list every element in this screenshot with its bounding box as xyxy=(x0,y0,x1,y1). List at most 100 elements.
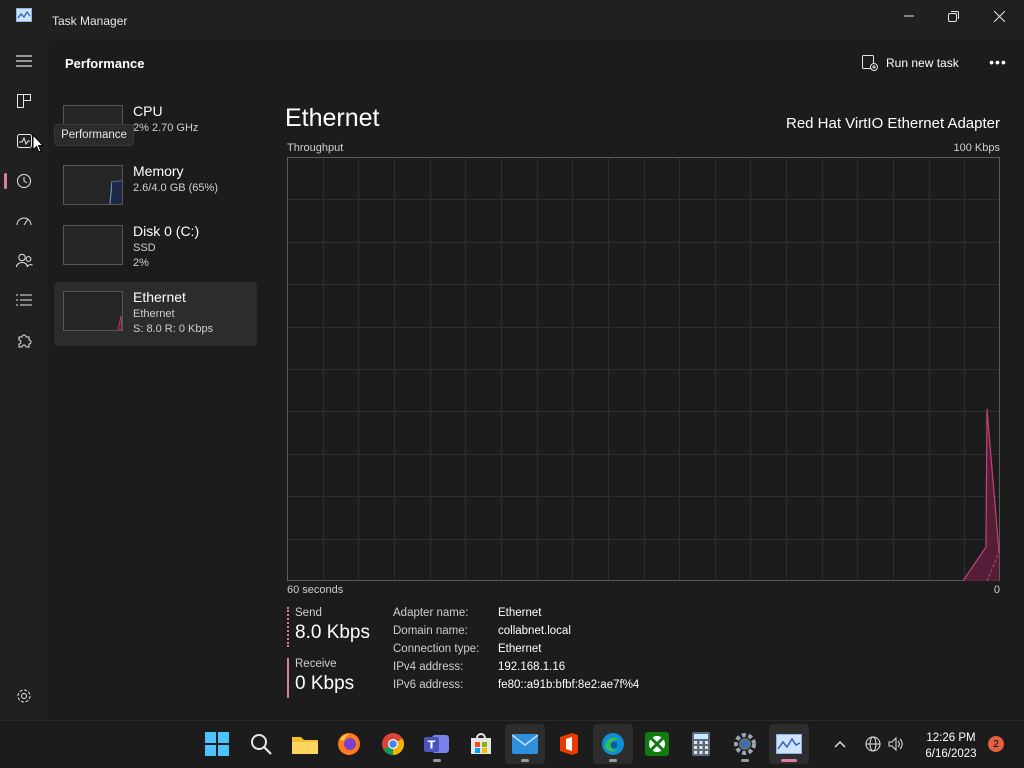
device-sub: 2% 2.70 GHz xyxy=(133,122,199,134)
speedometer-icon xyxy=(16,217,32,226)
taskbar-mail[interactable] xyxy=(505,724,545,764)
calculator-icon xyxy=(692,732,710,756)
ethernet-thumbnail xyxy=(63,291,123,331)
device-memory[interactable]: Memory 2.6/4.0 GB (65%) xyxy=(54,160,257,224)
prop-key: IPv6 address: xyxy=(393,679,464,691)
taskbar-edge[interactable] xyxy=(593,724,633,764)
device-sub: 2.6/4.0 GB (65%) xyxy=(133,182,218,194)
hamburger-menu-button[interactable] xyxy=(12,49,36,73)
firefox-icon xyxy=(338,733,360,755)
clock-date: 6/16/2023 xyxy=(925,748,977,760)
active-indicator xyxy=(4,173,7,189)
device-name: CPU xyxy=(133,103,163,119)
device-name: Ethernet xyxy=(133,289,186,305)
running-indicator xyxy=(433,759,441,762)
taskbar-teams[interactable]: T xyxy=(417,724,457,764)
running-indicator xyxy=(609,759,617,762)
taskbar-firefox[interactable] xyxy=(329,724,369,764)
xbox-icon xyxy=(645,732,669,756)
clock-time: 12:26 PM xyxy=(926,732,976,744)
device-sub: 2% xyxy=(133,257,149,269)
memory-thumbnail xyxy=(63,165,123,205)
history-icon xyxy=(17,174,31,188)
send-value: 8.0 Kbps xyxy=(295,622,370,643)
taskbar-store[interactable] xyxy=(461,724,501,764)
running-indicator xyxy=(741,759,749,762)
nav-startup-apps[interactable] xyxy=(12,208,36,232)
receive-stat: Receive 0 Kbps xyxy=(287,658,387,698)
more-options-button[interactable]: ••• xyxy=(986,52,1010,72)
network-button[interactable] xyxy=(862,724,884,764)
minimize-icon xyxy=(904,15,914,17)
clock[interactable]: 12:26 PM 6/16/2023 xyxy=(920,730,982,762)
taskbar-xbox[interactable] xyxy=(637,724,677,764)
run-new-task-label: Run new task xyxy=(886,56,959,70)
nav-settings[interactable] xyxy=(12,684,36,708)
nav-processes[interactable] xyxy=(12,89,36,113)
restore-button[interactable] xyxy=(930,0,976,32)
task-manager-app-icon xyxy=(16,8,32,22)
throughput-graph xyxy=(287,157,1000,581)
folder-icon xyxy=(292,737,318,754)
chevron-up-icon xyxy=(834,741,846,748)
close-button[interactable] xyxy=(976,0,1022,32)
graph-scale-min: 0 xyxy=(993,584,1000,596)
speaker-icon xyxy=(888,737,903,751)
svg-text:T: T xyxy=(428,739,436,752)
window-title: Task Manager xyxy=(52,14,128,28)
adapter-name: Red Hat VirtIO Ethernet Adapter xyxy=(785,115,1000,132)
taskbar-file-explorer[interactable] xyxy=(285,724,325,764)
new-task-icon xyxy=(862,55,878,71)
volume-button[interactable] xyxy=(885,724,907,764)
nav-users[interactable] xyxy=(12,248,36,272)
device-ethernet[interactable]: Ethernet Ethernet S: 8.0 R: 0 Kbps xyxy=(54,282,257,346)
prop-value: Ethernet xyxy=(498,607,542,619)
send-legend-bar xyxy=(287,607,289,647)
search-icon xyxy=(251,734,272,755)
teams-icon: T xyxy=(424,735,449,753)
device-disk[interactable]: Disk 0 (C:) SSD 2% xyxy=(54,220,257,284)
settings-gear-icon xyxy=(734,733,756,755)
device-name: Disk 0 (C:) xyxy=(133,223,200,239)
notification-badge[interactable]: 2 xyxy=(988,736,1004,752)
windows-start-icon xyxy=(205,732,229,756)
prop-key: IPv4 address: xyxy=(393,661,464,673)
restore-icon xyxy=(947,10,959,22)
mouse-cursor-icon xyxy=(32,134,44,153)
send-stat: Send 8.0 Kbps xyxy=(287,607,387,647)
active-indicator xyxy=(781,759,797,762)
run-new-task-button[interactable]: Run new task xyxy=(862,54,959,72)
processes-icon xyxy=(17,94,31,108)
receive-label: Receive xyxy=(295,658,337,670)
prop-value: collabnet.local xyxy=(498,625,571,637)
taskbar-settings[interactable] xyxy=(725,724,765,764)
graph-label: Throughput xyxy=(287,142,344,154)
prop-value: 192.168.1.16 xyxy=(498,661,566,673)
start-button[interactable] xyxy=(197,724,237,764)
taskbar: T xyxy=(0,720,1024,768)
users-icon xyxy=(15,253,33,267)
detail-title: Ethernet xyxy=(285,104,380,132)
title-bar: Task Manager xyxy=(0,0,1024,40)
taskbar-chrome[interactable] xyxy=(373,724,413,764)
store-icon xyxy=(471,733,491,754)
task-manager-icon xyxy=(776,734,802,754)
edge-icon xyxy=(602,733,624,755)
taskbar-calculator[interactable] xyxy=(681,724,721,764)
nav-app-history[interactable] xyxy=(12,169,36,193)
show-hidden-icons-button[interactable] xyxy=(828,724,852,764)
nav-services[interactable] xyxy=(12,329,36,353)
prop-value: Ethernet xyxy=(498,643,542,655)
minimize-button[interactable] xyxy=(886,0,932,32)
search-button[interactable] xyxy=(241,724,281,764)
office-icon xyxy=(560,733,578,755)
performance-icon xyxy=(16,134,32,148)
close-icon xyxy=(993,10,1005,22)
prop-key: Adapter name: xyxy=(393,607,469,619)
puzzle-icon xyxy=(18,334,32,348)
taskbar-office[interactable] xyxy=(549,724,589,764)
nav-details[interactable] xyxy=(12,288,36,312)
memory-mini-graph xyxy=(109,180,123,205)
taskbar-task-manager[interactable] xyxy=(769,724,809,764)
disk-thumbnail xyxy=(63,225,123,265)
